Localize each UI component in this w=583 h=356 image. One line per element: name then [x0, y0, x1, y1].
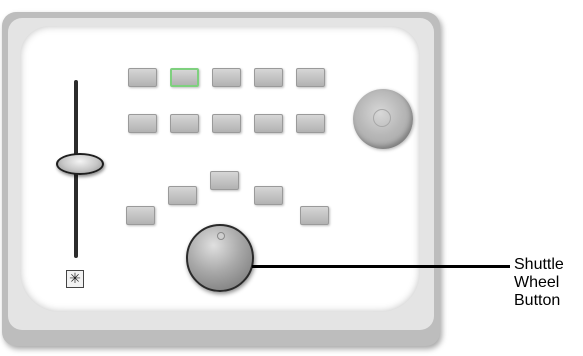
fader-symbol-icon: ✳: [66, 270, 84, 288]
control-button-9[interactable]: [254, 114, 283, 133]
callout-label-line-3: Button: [514, 292, 561, 309]
control-button-10[interactable]: [296, 114, 325, 133]
transport-button-5[interactable]: [300, 206, 329, 225]
callout-label-line-2: Wheel: [514, 274, 560, 291]
control-button-1[interactable]: [128, 68, 157, 87]
control-button-8[interactable]: [212, 114, 241, 133]
jog-knob[interactable]: [353, 89, 413, 149]
control-button-3[interactable]: [212, 68, 241, 87]
transport-button-1[interactable]: [126, 206, 155, 225]
callout-label: Shuttle Wheel Button: [514, 256, 564, 310]
control-button-6[interactable]: [128, 114, 157, 133]
fader-knob[interactable]: [56, 153, 104, 175]
control-button-4[interactable]: [254, 68, 283, 87]
shuttle-notch-icon: [217, 232, 225, 240]
transport-button-3[interactable]: [210, 171, 239, 190]
transport-button-4[interactable]: [254, 186, 283, 205]
shuttle-wheel-button[interactable]: [186, 224, 254, 292]
transport-button-2[interactable]: [168, 186, 197, 205]
callout-label-line-1: Shuttle: [514, 256, 564, 273]
control-button-5[interactable]: [296, 68, 325, 87]
control-button-2[interactable]: [170, 68, 199, 87]
callout-line: [252, 265, 510, 268]
control-button-7[interactable]: [170, 114, 199, 133]
jog-knob-center-icon: [373, 109, 391, 127]
